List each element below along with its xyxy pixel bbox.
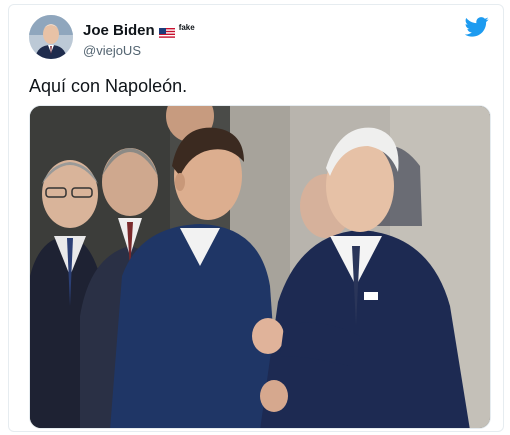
fake-badge: fake <box>178 23 195 32</box>
author-row: Joe Biden fake <box>83 22 195 40</box>
us-flag-icon <box>158 26 175 39</box>
author-handle[interactable]: @viejoUS <box>83 43 141 58</box>
tweet-text: Aquí con Napoleón. <box>29 76 188 96</box>
author-name[interactable]: Joe Biden <box>83 22 155 40</box>
avatar[interactable] <box>29 15 73 59</box>
tweet-photo[interactable] <box>29 105 491 429</box>
tweet-card: Joe Biden fake @viejoUS Aquí con Napoleó… <box>8 4 504 432</box>
twitter-bird-icon <box>464 17 489 37</box>
